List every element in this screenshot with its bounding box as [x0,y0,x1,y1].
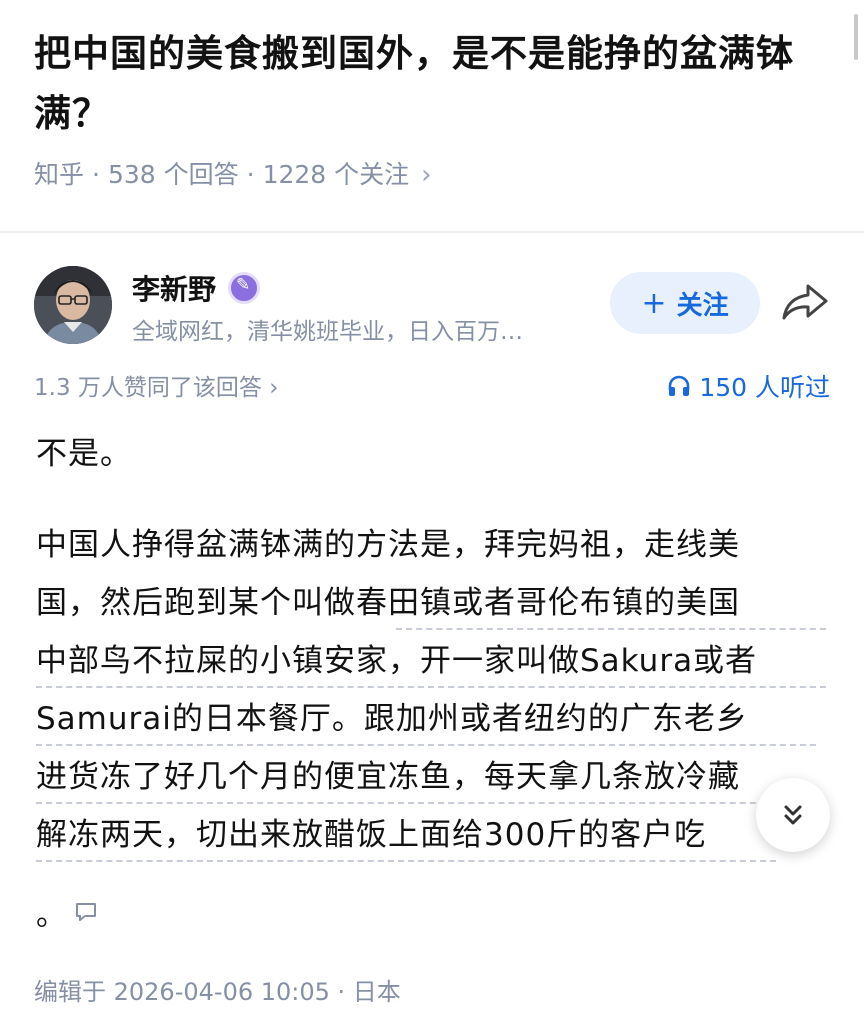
answer-tail-text: 。 [36,898,66,933]
answer-line: 国，然后跑到某个叫做春田镇或者哥伦布镇的美国 [36,585,740,621]
dashed-underline [36,860,776,862]
answer-line: Samurai的日本餐厅。跟加州或者纽约的广东老乡 [36,701,748,737]
section-divider [0,231,864,233]
answer-line: 中国人挣得盆满钵满的方法是，拜完妈祖，走线美 [36,527,740,563]
headphones-icon [669,375,690,396]
answer-content: 不是。 中国人挣得盆满钵满的方法是，拜完妈祖，走线美 国，然后跑到某个叫做春田镇… [36,425,826,864]
question-title[interactable]: 把中国的美食搬到国外，是不是能挣的盆满钵满？ [34,24,834,144]
answer-line: 进货冻了好几个月的便宜冻鱼，每天拿几条放冷藏 [36,759,740,795]
answers-count: 538 个回答 [107,160,239,189]
share-arrow-icon[interactable] [780,280,830,324]
source-label: 知乎 [34,160,85,189]
listen-count[interactable]: 150 人听过 [667,368,830,404]
plus-icon: + [641,285,667,321]
answer-line: 解冻两天，切出来放醋饭上面给300斤的客户吃 [36,817,707,853]
author-bio: 全域网红，清华姚班毕业，日入百万… [132,319,523,345]
agree-count[interactable]: 1.3 万人赞同了该回答 › [34,368,278,402]
expand-button[interactable] [756,778,830,852]
author-row: 李新野 全域网红，清华姚班毕业，日入百万… + 关注 [34,266,834,346]
answer-stats: 1.3 万人赞同了该回答 › 150 人听过 [34,368,834,402]
scrollbar[interactable] [854,14,858,60]
comment-icon[interactable] [74,901,98,923]
answer-paragraph: 不是。 [36,436,132,472]
answer-paragraph: 中国人挣得盆满钵满的方法是，拜完妈祖，走线美 国，然后跑到某个叫做春田镇或者哥伦… [36,516,826,864]
dashed-underline [396,628,826,630]
chevron-right-icon: › [421,160,432,190]
double-chevron-down-icon [784,805,802,825]
pen-badge-icon [228,272,261,304]
follow-label: 关注 [676,290,729,321]
avatar[interactable] [34,266,112,344]
answer-line: 中部鸟不拉屎的小镇安家，开一家叫做Sakura或者 [36,643,758,679]
dashed-underline [36,802,796,804]
followers-count: 1228 个关注 [262,160,410,189]
listen-label: 150 人听过 [699,373,830,402]
answer-tail: 。 [36,890,98,934]
question-header: 把中国的美食搬到国外，是不是能挣的盆满钵满？ 知乎 · 538 个回答 · 12… [0,0,864,192]
meta-separator: · [246,160,255,189]
dashed-underline [36,686,826,688]
question-meta[interactable]: 知乎 · 538 个回答 · 1228 个关注 › [34,158,828,192]
dashed-underline [36,744,816,746]
edited-timestamp: 编辑于 2026-04-06 10:05 · 日本 [34,978,401,1006]
meta-separator: · [92,160,100,189]
follow-button[interactable]: + 关注 [610,272,760,334]
author-name-row[interactable]: 李新野 [132,268,261,308]
author-name: 李新野 [132,273,217,306]
